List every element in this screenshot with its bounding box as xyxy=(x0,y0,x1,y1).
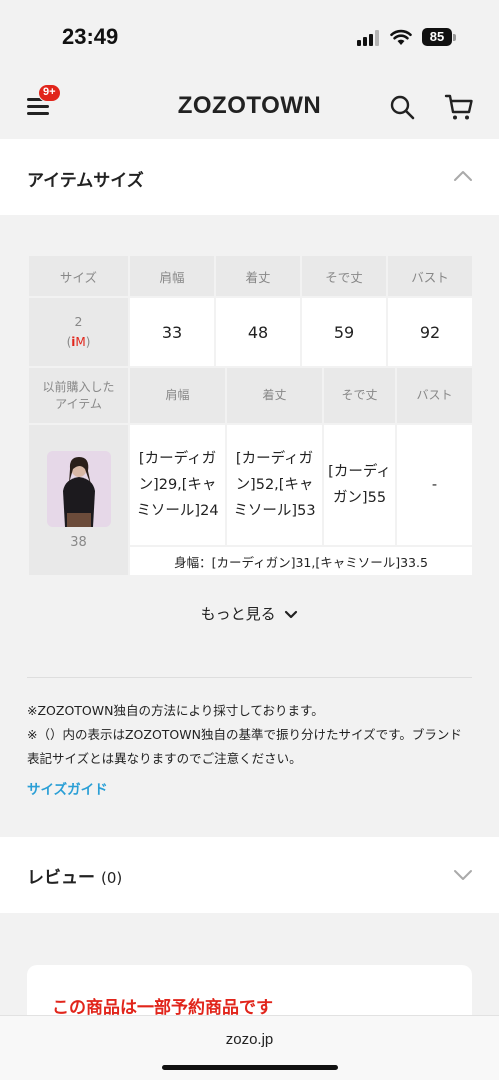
table-row: 38 [カーディガン]29,[キャミソール]24 [カーディガン]52,[キャミ… xyxy=(27,423,474,577)
previous-item-cell[interactable]: 38 xyxy=(27,423,130,577)
person-photo-icon xyxy=(46,450,111,527)
sleeve-value: 59 xyxy=(300,296,388,368)
size-label-cell: 2 (iM) xyxy=(27,296,130,368)
review-count: (0) xyxy=(101,869,123,887)
item-size-content: サイズ 肩幅 着丈 そで丈 バスト 2 (iM) 33 48 59 92 以前購… xyxy=(0,215,499,835)
browser-address-bar[interactable]: zozo.jp xyxy=(0,1015,499,1080)
shoulder-value: 33 xyxy=(128,296,216,368)
cellular-signal-icon xyxy=(357,30,381,46)
url-text[interactable]: zozo.jp xyxy=(0,1031,499,1048)
previous-item-thumbnail[interactable] xyxy=(46,450,111,527)
previous-column-sleeve: そで丈 xyxy=(322,366,397,425)
review-title: レビュー (0) xyxy=(27,863,122,888)
chevron-down-icon xyxy=(285,610,298,618)
previous-column-length: 着丈 xyxy=(225,366,324,425)
column-header-size: サイズ xyxy=(27,254,130,298)
measurement-notes: ※ZOZOTOWN独自の方法により採寸しております。 ※（）内の表示はZOZOT… xyxy=(27,699,472,771)
previous-column-shoulder: 肩幅 xyxy=(128,366,227,425)
search-icon[interactable] xyxy=(389,94,415,120)
item-size-header[interactable]: アイテムサイズ xyxy=(0,139,499,215)
chevron-up-icon[interactable] xyxy=(453,170,473,182)
size-table-header-row: サイズ 肩幅 着丈 そで丈 バスト xyxy=(27,254,474,298)
previous-purchase-label-line2: アイテム xyxy=(55,396,102,411)
measurement-note-1: ※ZOZOTOWN独自の方法により採寸しております。 xyxy=(27,703,324,718)
previous-header-row: 以前購入した アイテム 肩幅 着丈 そで丈 バスト xyxy=(27,366,474,425)
previous-length-value: [カーディガン]52,[キャミソール]53 xyxy=(225,423,324,547)
column-header-shoulder: 肩幅 xyxy=(128,254,216,298)
previous-purchase-table: 以前購入した アイテム 肩幅 着丈 そで丈 バスト 38 [カーディガン]29,… xyxy=(27,366,474,577)
previous-bust-value: - xyxy=(395,423,474,547)
length-value: 48 xyxy=(214,296,302,368)
table-row: 2 (iM) 33 48 59 92 xyxy=(27,296,474,368)
size-guide-link[interactable]: サイズガイド xyxy=(27,778,108,798)
previous-shoulder-value: [カーディガン]29,[キャミソール]24 xyxy=(128,423,227,547)
column-header-bust: バスト xyxy=(386,254,474,298)
app-header: 9+ ZOZOTOWN xyxy=(0,72,499,139)
previous-item-size: 38 xyxy=(70,534,87,550)
previous-purchase-label-line1: 以前購入した xyxy=(42,379,115,394)
battery-level: 85 xyxy=(422,28,452,46)
size-value: 2 xyxy=(74,314,83,329)
wifi-icon xyxy=(390,29,412,45)
column-header-length: 着丈 xyxy=(214,254,302,298)
size-indicator-m: M xyxy=(75,335,86,349)
status-time: 23:49 xyxy=(62,24,119,49)
zozotown-logo[interactable]: ZOZOTOWN xyxy=(0,92,499,120)
battery-icon: 85 xyxy=(422,28,456,46)
measurement-note-2: ※（）内の表示はZOZOTOWN独自の基準で振り分けたサイズです。ブランド表記サ… xyxy=(27,727,462,766)
bust-value: 92 xyxy=(386,296,474,368)
show-more-label: もっと見る xyxy=(200,605,276,623)
previous-column-bust: バスト xyxy=(395,366,474,425)
show-more-button[interactable]: もっと見る xyxy=(0,603,499,624)
previous-purchase-label: 以前購入した アイテム xyxy=(27,366,130,425)
status-bar: 23:49 85 xyxy=(0,0,499,72)
size-table: サイズ 肩幅 着丈 そで丈 バスト 2 (iM) 33 48 59 92 xyxy=(27,254,474,368)
cart-icon[interactable] xyxy=(444,93,474,121)
item-size-title: アイテムサイズ xyxy=(27,171,144,191)
column-header-sleeve: そで丈 xyxy=(300,254,388,298)
home-indicator[interactable] xyxy=(162,1065,338,1070)
divider xyxy=(27,677,472,678)
review-label: レビュー xyxy=(27,868,95,888)
review-section-header[interactable]: レビュー (0) xyxy=(0,837,499,913)
size-indicator: (iM) xyxy=(66,335,91,349)
previous-sleeve-value: [カーディガン]55 xyxy=(322,423,397,547)
previous-width-note: 身幅：[カーディガン]31,[キャミソール]33.5 xyxy=(128,545,474,577)
chevron-down-icon[interactable] xyxy=(453,869,473,881)
